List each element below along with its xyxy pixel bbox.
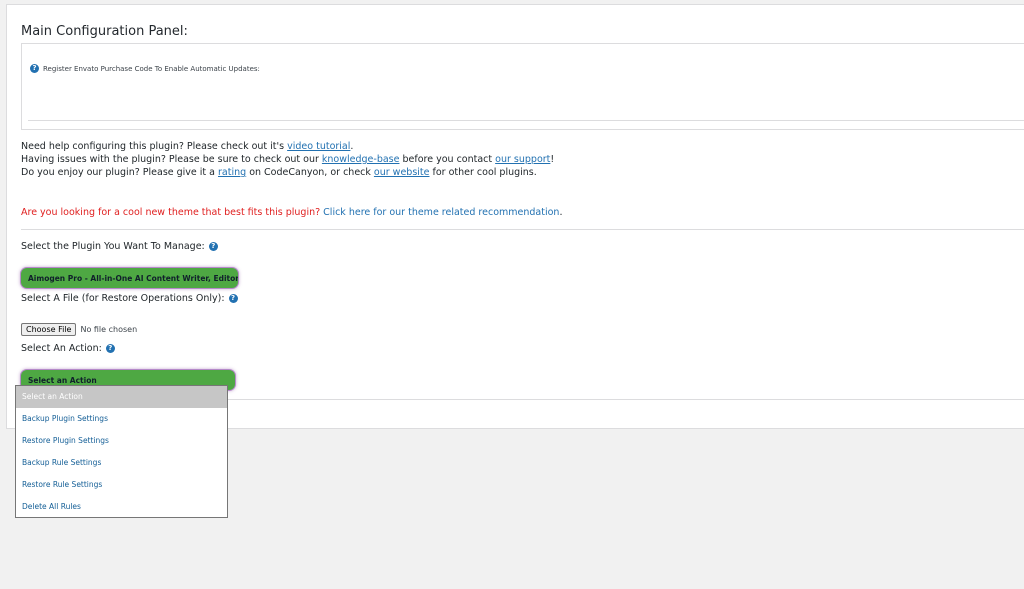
configuration-panel: Main Configuration Panel: ? Register Env… [6, 4, 1024, 429]
dropdown-option[interactable]: Backup Rule Settings [16, 452, 227, 474]
question-circle-icon[interactable]: ? [105, 344, 115, 353]
section-divider [21, 229, 1024, 230]
website-link[interactable]: our website [374, 167, 430, 178]
theme-recommendation-link[interactable]: Click here for our theme related recomme… [323, 207, 559, 218]
rating-link[interactable]: rating [218, 167, 246, 178]
theme-promo: Are you looking for a cool new theme tha… [21, 207, 563, 218]
question-circle-icon[interactable]: ? [30, 64, 39, 73]
file-status: No file chosen [80, 325, 138, 334]
promo-question: Are you looking for a cool new theme tha… [21, 207, 324, 218]
help-line-rating: Do you enjoy our plugin? Please give it … [21, 167, 537, 178]
update-box-divider [28, 120, 1024, 121]
plugin-select-label: Select the Plugin You Want To Manage: ? [21, 241, 218, 252]
file-picker: Choose File No file chosen [21, 323, 137, 336]
help-text: Need help configuring this plugin? Pleas… [21, 140, 554, 179]
choose-file-button[interactable]: Choose File [21, 323, 77, 336]
update-registration-box: ? Register Envato Purchase Code To Enabl… [21, 43, 1024, 130]
action-dropdown: Select an Action Backup Plugin Settings … [15, 385, 228, 518]
dropdown-option[interactable]: Select an Action [16, 386, 227, 408]
update-row: ? Register Envato Purchase Code To Enabl… [30, 64, 260, 73]
update-label: Register Envato Purchase Code To Enable … [43, 64, 260, 73]
help-line-support: Having issues with the plugin? Please be… [21, 154, 555, 165]
dropdown-option[interactable]: Restore Rule Settings [16, 474, 227, 496]
plugin-select[interactable]: Aimogen Pro - All-in-One AI Content Writ… [21, 268, 238, 288]
video-tutorial-link[interactable]: video tutorial [287, 141, 350, 152]
page-title: Main Configuration Panel: [21, 24, 188, 39]
knowledge-base-link[interactable]: knowledge-base [322, 154, 400, 165]
help-line-tutorial: Need help configuring this plugin? Pleas… [21, 141, 354, 152]
question-circle-icon[interactable]: ? [208, 242, 218, 251]
question-circle-icon[interactable]: ? [228, 294, 238, 303]
action-select-label: Select An Action: ? [21, 343, 115, 354]
dropdown-option[interactable]: Backup Plugin Settings [16, 408, 227, 430]
dropdown-option[interactable]: Restore Plugin Settings [16, 430, 227, 452]
support-link[interactable]: our support [495, 154, 550, 165]
dropdown-option[interactable]: Delete All Rules [16, 496, 227, 518]
file-select-label: Select A File (for Restore Operations On… [21, 293, 238, 304]
